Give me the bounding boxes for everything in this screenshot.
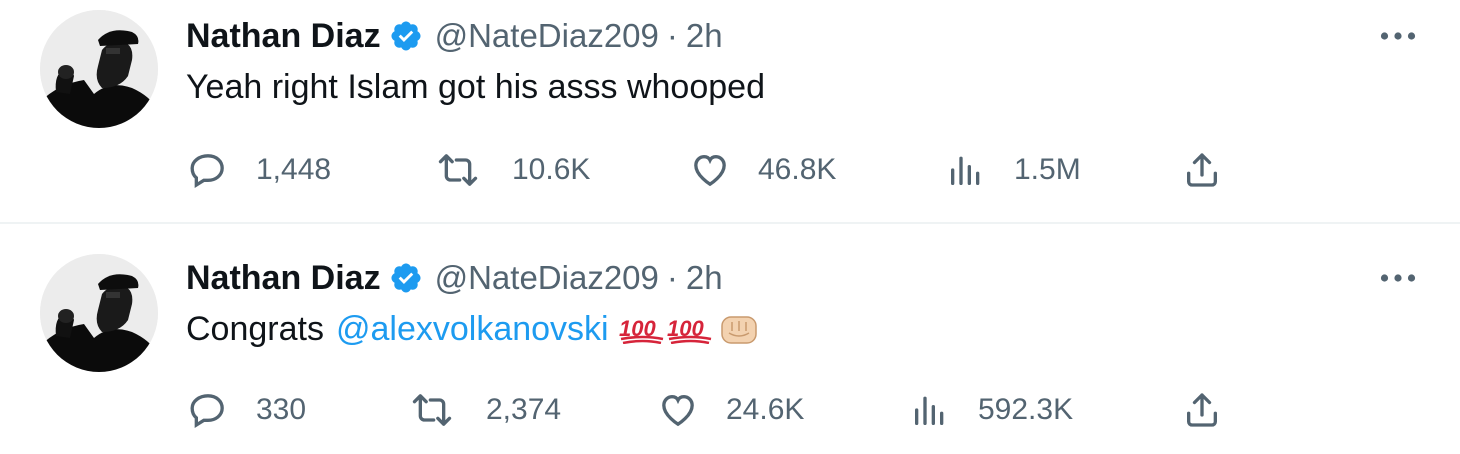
tweet-header: Nathan Diaz @NateDiaz209 · 2h: [186, 256, 723, 300]
retweet-count: 10.6K: [512, 153, 591, 186]
verified-badge-icon: [389, 19, 423, 53]
retweet-button[interactable]: 2,374: [412, 388, 561, 432]
share-button[interactable]: [1182, 388, 1222, 432]
tweet-body: Congrats: [186, 310, 324, 348]
more-icon[interactable]: [1376, 256, 1420, 300]
views-button[interactable]: 1.5M: [946, 148, 1081, 192]
retweet-count: 2,374: [486, 393, 562, 426]
author-name[interactable]: Nathan Diaz: [186, 17, 381, 56]
author-handle[interactable]: @NateDiaz209: [435, 259, 659, 297]
like-icon: [694, 154, 726, 187]
reply-icon: [190, 394, 224, 428]
separator-dot: ·: [666, 17, 678, 54]
hundred-points-emoji: 100: [619, 316, 667, 344]
like-button[interactable]: 24.6K: [658, 388, 804, 432]
retweet-icon: [438, 154, 478, 186]
share-icon: [1187, 393, 1217, 427]
views-button[interactable]: 592.3K: [910, 388, 1073, 432]
avatar[interactable]: [40, 254, 158, 372]
share-icon: [1187, 153, 1217, 187]
avatar[interactable]: [40, 10, 158, 128]
reply-icon: [190, 154, 224, 188]
author-handle[interactable]: @NateDiaz209: [435, 17, 659, 55]
verified-badge-icon: [389, 261, 423, 295]
like-count: 24.6K: [726, 393, 805, 426]
like-icon: [662, 394, 694, 427]
tweet[interactable]: Nathan Diaz @NateDiaz209 · 2h Congrats @…: [0, 242, 1460, 454]
action-bar: 1,448 10.6K 46.8K 1.5M: [0, 148, 1460, 192]
author-name[interactable]: Nathan Diaz: [186, 259, 381, 298]
tweet-text: Yeah right Islam got his asss whooped: [186, 68, 765, 107]
retweet-icon: [412, 394, 452, 426]
retweet-button[interactable]: 10.6K: [438, 148, 590, 192]
separator-dot: ·: [666, 259, 678, 296]
tweet[interactable]: Nathan Diaz @NateDiaz209 · 2h Yeah right…: [0, 0, 1460, 224]
action-bar: 330 2,374 24.6K 592.3K: [0, 388, 1460, 432]
timestamp[interactable]: 2h: [686, 17, 723, 55]
more-icon[interactable]: [1376, 14, 1420, 58]
tweet-header: Nathan Diaz @NateDiaz209 · 2h: [186, 14, 723, 58]
reply-button[interactable]: 330: [188, 388, 306, 432]
reply-count: 330: [256, 393, 307, 426]
like-count: 46.8K: [758, 153, 837, 186]
reply-button[interactable]: 1,448: [188, 148, 331, 192]
mention-link[interactable]: @alexvolkanovski: [336, 310, 609, 349]
views-count: 1.5M: [1014, 153, 1081, 186]
reply-count: 1,448: [256, 153, 332, 186]
timestamp[interactable]: 2h: [686, 259, 723, 297]
hundred-points-emoji: 100: [667, 316, 715, 344]
oncoming-fist-emoji: [719, 313, 759, 347]
views-count: 592.3K: [978, 393, 1074, 426]
share-button[interactable]: [1182, 148, 1222, 192]
tweet-body: Yeah right Islam got his asss whooped: [186, 68, 765, 106]
views-icon: [951, 156, 980, 185]
tweet-text: Congrats @alexvolkanovski 100 100: [186, 310, 759, 349]
like-button[interactable]: 46.8K: [690, 148, 836, 192]
views-icon: [915, 396, 944, 425]
